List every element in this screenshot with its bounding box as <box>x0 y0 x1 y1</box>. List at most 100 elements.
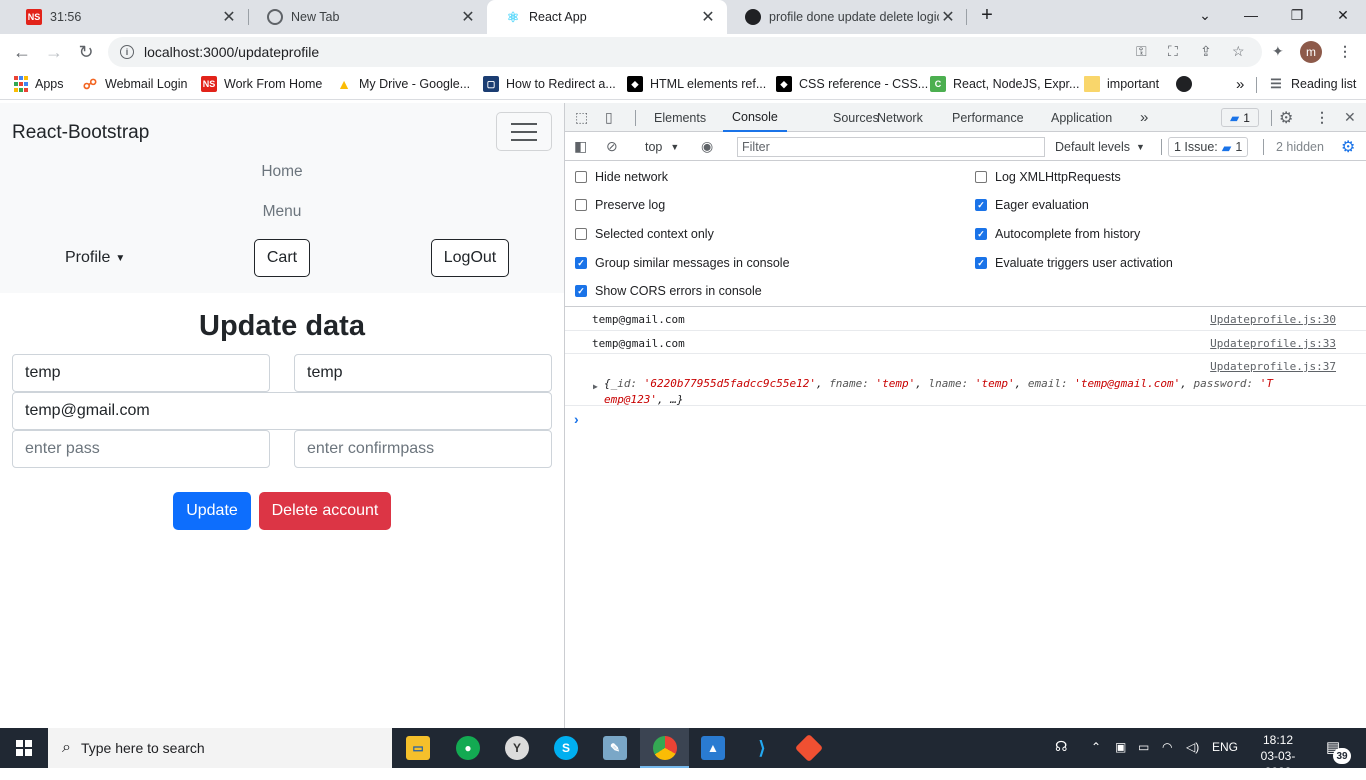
wifi-icon[interactable]: ◠ <box>1162 740 1172 754</box>
browser-tab-3-active[interactable]: ⚛ React App ✕ <box>487 0 727 34</box>
bookmark-important-folder[interactable]: important <box>1084 76 1159 92</box>
battery-icon[interactable]: ▭ <box>1138 740 1149 754</box>
live-expression-eye-icon[interactable]: ◉ <box>701 138 713 155</box>
devtools-menu-icon[interactable]: ⋮ <box>1315 109 1329 126</box>
confirm-password-input[interactable]: enter confirmpass <box>294 430 552 468</box>
devtools-tab-sources[interactable]: Sources <box>833 103 879 132</box>
checkbox-checked[interactable]: ✓ <box>975 199 987 211</box>
log-source-link[interactable]: Updateprofile.js:37 <box>1210 360 1336 373</box>
setting-autocomplete-history[interactable]: ✓ Autocomplete from history <box>975 227 1140 241</box>
log-source-link[interactable]: Updateprofile.js:33 <box>1210 337 1336 350</box>
bookmark-react-node[interactable]: C React, NodeJS, Expr... <box>930 76 1079 92</box>
devtools-tab-application[interactable]: Application <box>1051 103 1112 132</box>
email-input[interactable]: temp@gmail.com <box>12 392 552 430</box>
console-settings-gear-icon[interactable]: ⚙ <box>1341 137 1355 157</box>
inspect-element-icon[interactable]: ⬚ <box>575 109 588 126</box>
devtools-close-icon[interactable]: ✕ <box>1344 109 1356 126</box>
close-tab-icon[interactable]: ✕ <box>459 7 477 27</box>
close-tab-icon[interactable]: ✕ <box>939 7 957 27</box>
issues-button[interactable]: 1 Issue: ▰ 1 <box>1168 137 1249 157</box>
checkbox[interactable] <box>575 199 587 211</box>
tab-search-chevron-icon[interactable]: ⌄ <box>1182 0 1228 30</box>
logout-button[interactable]: LogOut <box>431 239 509 277</box>
vscode-icon[interactable]: ⟩ <box>750 736 774 760</box>
password-input[interactable]: enter pass <box>12 430 270 468</box>
setting-log-xhr[interactable]: Log XMLHttpRequests <box>975 170 1121 184</box>
notepad-icon[interactable]: ✎ <box>603 736 627 760</box>
console-filter-input[interactable]: Filter <box>737 137 1045 157</box>
close-tab-icon[interactable]: ✕ <box>699 7 717 27</box>
share-icon[interactable]: ⇪ <box>1200 43 1212 60</box>
navbar-toggler-hamburger-icon[interactable] <box>496 112 552 151</box>
setting-group-similar[interactable]: ✓ Group similar messages in console <box>575 256 790 270</box>
device-toolbar-icon[interactable]: ▯ <box>605 109 613 126</box>
more-bookmarks-icon[interactable]: » <box>1236 76 1244 93</box>
bookmark-apps[interactable]: Apps <box>14 76 64 92</box>
checkbox-checked[interactable]: ✓ <box>975 257 987 269</box>
volume-icon[interactable]: ◁) <box>1186 740 1199 754</box>
show-hidden-icons-chevron-icon[interactable]: ⌃ <box>1091 740 1101 754</box>
language-indicator[interactable]: ENG <box>1212 740 1238 754</box>
back-arrow-icon[interactable]: ← <box>10 40 34 64</box>
issues-counter-button[interactable]: ▰ 1 <box>1221 108 1259 127</box>
bookmark-html-elements[interactable]: ◆ HTML elements ref... <box>627 76 766 92</box>
last-name-input[interactable]: temp <box>294 354 552 392</box>
mongodb-compass-icon[interactable]: ● <box>456 736 480 760</box>
skype-icon[interactable]: S <box>554 736 578 760</box>
log-source-link[interactable]: Updateprofile.js:30 <box>1210 313 1336 326</box>
minimize-icon[interactable]: — <box>1228 0 1274 30</box>
nav-home-link[interactable]: Home <box>0 163 564 181</box>
profile-avatar[interactable]: m <box>1300 41 1322 63</box>
setting-show-cors-errors[interactable]: ✓ Show CORS errors in console <box>575 284 762 298</box>
bookmark-work-from-home[interactable]: NS Work From Home <box>201 76 322 92</box>
reload-icon[interactable]: ↻ <box>74 40 98 64</box>
clear-console-icon[interactable]: ⊘ <box>606 138 618 155</box>
checkbox-checked[interactable]: ✓ <box>575 285 587 297</box>
people-icon[interactable]: ☊ <box>1055 738 1067 755</box>
site-info-icon[interactable]: i <box>120 45 134 59</box>
devtools-tab-network[interactable]: Network <box>877 103 923 132</box>
bookmark-my-drive[interactable]: ▲ My Drive - Google... <box>336 76 470 92</box>
close-window-icon[interactable]: ✕ <box>1320 0 1366 30</box>
taskbar-search-box[interactable]: ⌕ Type here to search <box>48 728 392 768</box>
expand-triangle-icon[interactable]: ▶ <box>593 382 598 391</box>
profile-dropdown[interactable]: Profile ▼ <box>65 249 125 267</box>
restore-icon[interactable]: ❐ <box>1274 0 1320 30</box>
close-tab-icon[interactable]: ✕ <box>220 7 238 27</box>
cart-button[interactable]: Cart <box>254 239 310 277</box>
sidebar-toggle-icon[interactable]: ◧ <box>574 138 587 155</box>
setting-selected-context-only[interactable]: Selected context only <box>575 227 714 241</box>
address-bar[interactable]: i localhost:3000/updateprofile <box>108 37 1262 67</box>
forward-arrow-icon[interactable]: → <box>42 40 66 64</box>
devtools-tab-console[interactable]: Console <box>723 103 787 132</box>
checkbox[interactable] <box>975 171 987 183</box>
key-icon[interactable]: ⚿ <box>1136 43 1147 60</box>
bookmark-css-reference[interactable]: ◆ CSS reference - CSS... <box>776 76 928 92</box>
bookmark-star-icon[interactable]: ☆ <box>1232 43 1245 60</box>
devtools-settings-gear-icon[interactable]: ⚙ <box>1279 108 1293 128</box>
checkbox[interactable] <box>575 228 587 240</box>
devtools-tab-performance[interactable]: Performance <box>952 103 1024 132</box>
browser-tab-4[interactable]: profile done update delete logic ✕ <box>727 0 967 34</box>
bookmark-webmail[interactable]: ☍ Webmail Login <box>82 76 188 92</box>
screenshot-tool-icon[interactable]: Y <box>505 736 529 760</box>
bookmark-github[interactable] <box>1176 76 1199 92</box>
new-tab-plus-icon[interactable]: + <box>975 0 999 30</box>
windows-start-icon[interactable] <box>12 736 36 760</box>
log-levels-dropdown[interactable]: Default levels ▼ <box>1055 140 1145 154</box>
checkbox[interactable] <box>575 171 587 183</box>
setting-evaluate-triggers[interactable]: ✓ Evaluate triggers user activation <box>975 256 1173 270</box>
reading-list-button[interactable]: ☰ Reading list <box>1268 76 1356 92</box>
setting-hide-network[interactable]: Hide network <box>575 170 668 184</box>
checkbox-checked[interactable]: ✓ <box>575 257 587 269</box>
checkbox-checked[interactable]: ✓ <box>975 228 987 240</box>
bookmark-redirect[interactable]: ▢ How to Redirect a... <box>483 76 616 92</box>
first-name-input[interactable]: temp <box>12 354 270 392</box>
browser-tab-1[interactable]: NS 31:56 ✕ <box>8 0 248 34</box>
battery-saver-icon[interactable]: ▣ <box>1115 740 1126 754</box>
more-tabs-icon[interactable]: » <box>1140 103 1148 132</box>
chrome-taskbar-active[interactable] <box>640 728 689 768</box>
delete-account-button[interactable]: Delete account <box>259 492 391 530</box>
object-preview[interactable]: {_id: '6220b77955d5fadcc9c55e12', fname:… <box>604 376 1339 408</box>
console-prompt-icon[interactable]: › <box>574 411 579 427</box>
